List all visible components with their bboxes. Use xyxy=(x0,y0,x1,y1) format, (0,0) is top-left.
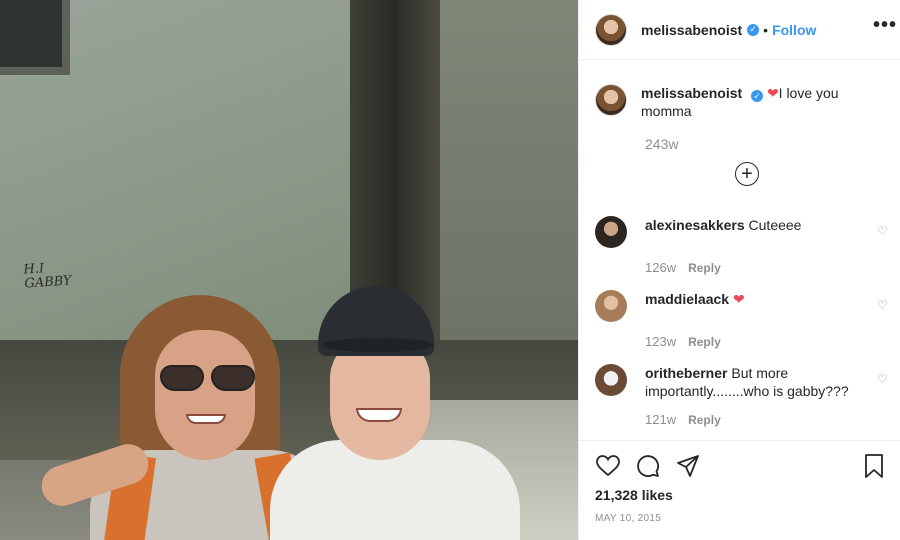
likes-count[interactable]: 21,328 likes xyxy=(595,487,673,503)
comment-text: ❤ xyxy=(732,291,745,307)
post-photo[interactable]: H.I GABBY xyxy=(0,0,578,540)
rock-wall-right xyxy=(430,0,578,340)
more-options-icon[interactable]: ••• xyxy=(873,14,897,37)
caption-text: melissabenoist ✓ ❤I love you momma xyxy=(641,84,885,120)
separator-dot: • xyxy=(763,21,769,38)
comment-username[interactable]: oritheberner xyxy=(645,365,727,381)
caption-timestamp[interactable]: 243w xyxy=(645,136,678,152)
bookmark-icon[interactable] xyxy=(861,453,887,479)
reply-button[interactable]: Reply xyxy=(688,261,721,275)
reply-button[interactable]: Reply xyxy=(688,335,721,349)
commenter-avatar[interactable] xyxy=(595,216,627,248)
post-caption: melissabenoist ✓ ❤I love you momma xyxy=(595,84,885,120)
sunglasses xyxy=(160,365,255,393)
rock-graffiti: H.I GABBY xyxy=(23,261,73,292)
comment-username[interactable]: maddielaack xyxy=(645,291,729,307)
like-comment-heart-icon[interactable]: ♡ xyxy=(877,224,891,238)
follow-button[interactable]: Follow xyxy=(772,22,816,38)
woman-face xyxy=(155,330,255,460)
window-opening xyxy=(0,0,70,75)
comment-timestamp[interactable]: 126w xyxy=(645,260,676,275)
commenter-avatar[interactable] xyxy=(595,290,627,322)
comment: maddielaack ❤ 123w Reply ♡ xyxy=(595,290,888,349)
comment-timestamp[interactable]: 121w xyxy=(645,412,676,427)
comment-text: Cuteeee xyxy=(748,217,802,233)
share-send-icon[interactable] xyxy=(675,453,701,479)
cap-bill xyxy=(322,338,434,352)
comment-timestamp[interactable]: 123w xyxy=(645,334,676,349)
woman-smile xyxy=(186,414,226,424)
reply-button[interactable]: Reply xyxy=(688,413,721,427)
author-avatar[interactable] xyxy=(595,13,627,46)
author-username[interactable]: melissabenoist xyxy=(641,22,742,38)
verified-badge-icon: ✓ xyxy=(747,23,760,36)
like-heart-icon[interactable] xyxy=(595,453,621,479)
girl-smile xyxy=(356,408,402,422)
verified-badge-icon: ✓ xyxy=(751,90,764,102)
commenter-avatar[interactable] xyxy=(595,364,627,396)
heart-emoji: ❤ xyxy=(766,85,779,101)
caption-username[interactable]: melissabenoist xyxy=(641,85,742,101)
comment: oritheberner But more importantly.......… xyxy=(595,364,888,427)
post-sidebar: melissabenoist ✓ • Follow ••• melissaben… xyxy=(578,0,900,540)
post-date[interactable]: MAY 10, 2015 xyxy=(595,513,661,524)
load-more-comments-icon[interactable]: + xyxy=(735,162,759,186)
like-comment-heart-icon[interactable]: ♡ xyxy=(877,298,891,312)
caption-author-avatar[interactable] xyxy=(595,84,627,116)
comment-bubble-icon[interactable] xyxy=(635,453,661,479)
like-comment-heart-icon[interactable]: ♡ xyxy=(877,372,891,386)
post-actions: 21,328 likes MAY 10, 2015 xyxy=(579,440,900,540)
comment: alexinesakkers Cuteeee 126w Reply ♡ xyxy=(595,216,888,275)
post-header: melissabenoist ✓ • Follow ••• xyxy=(579,0,900,60)
comment-username[interactable]: alexinesakkers xyxy=(645,217,745,233)
